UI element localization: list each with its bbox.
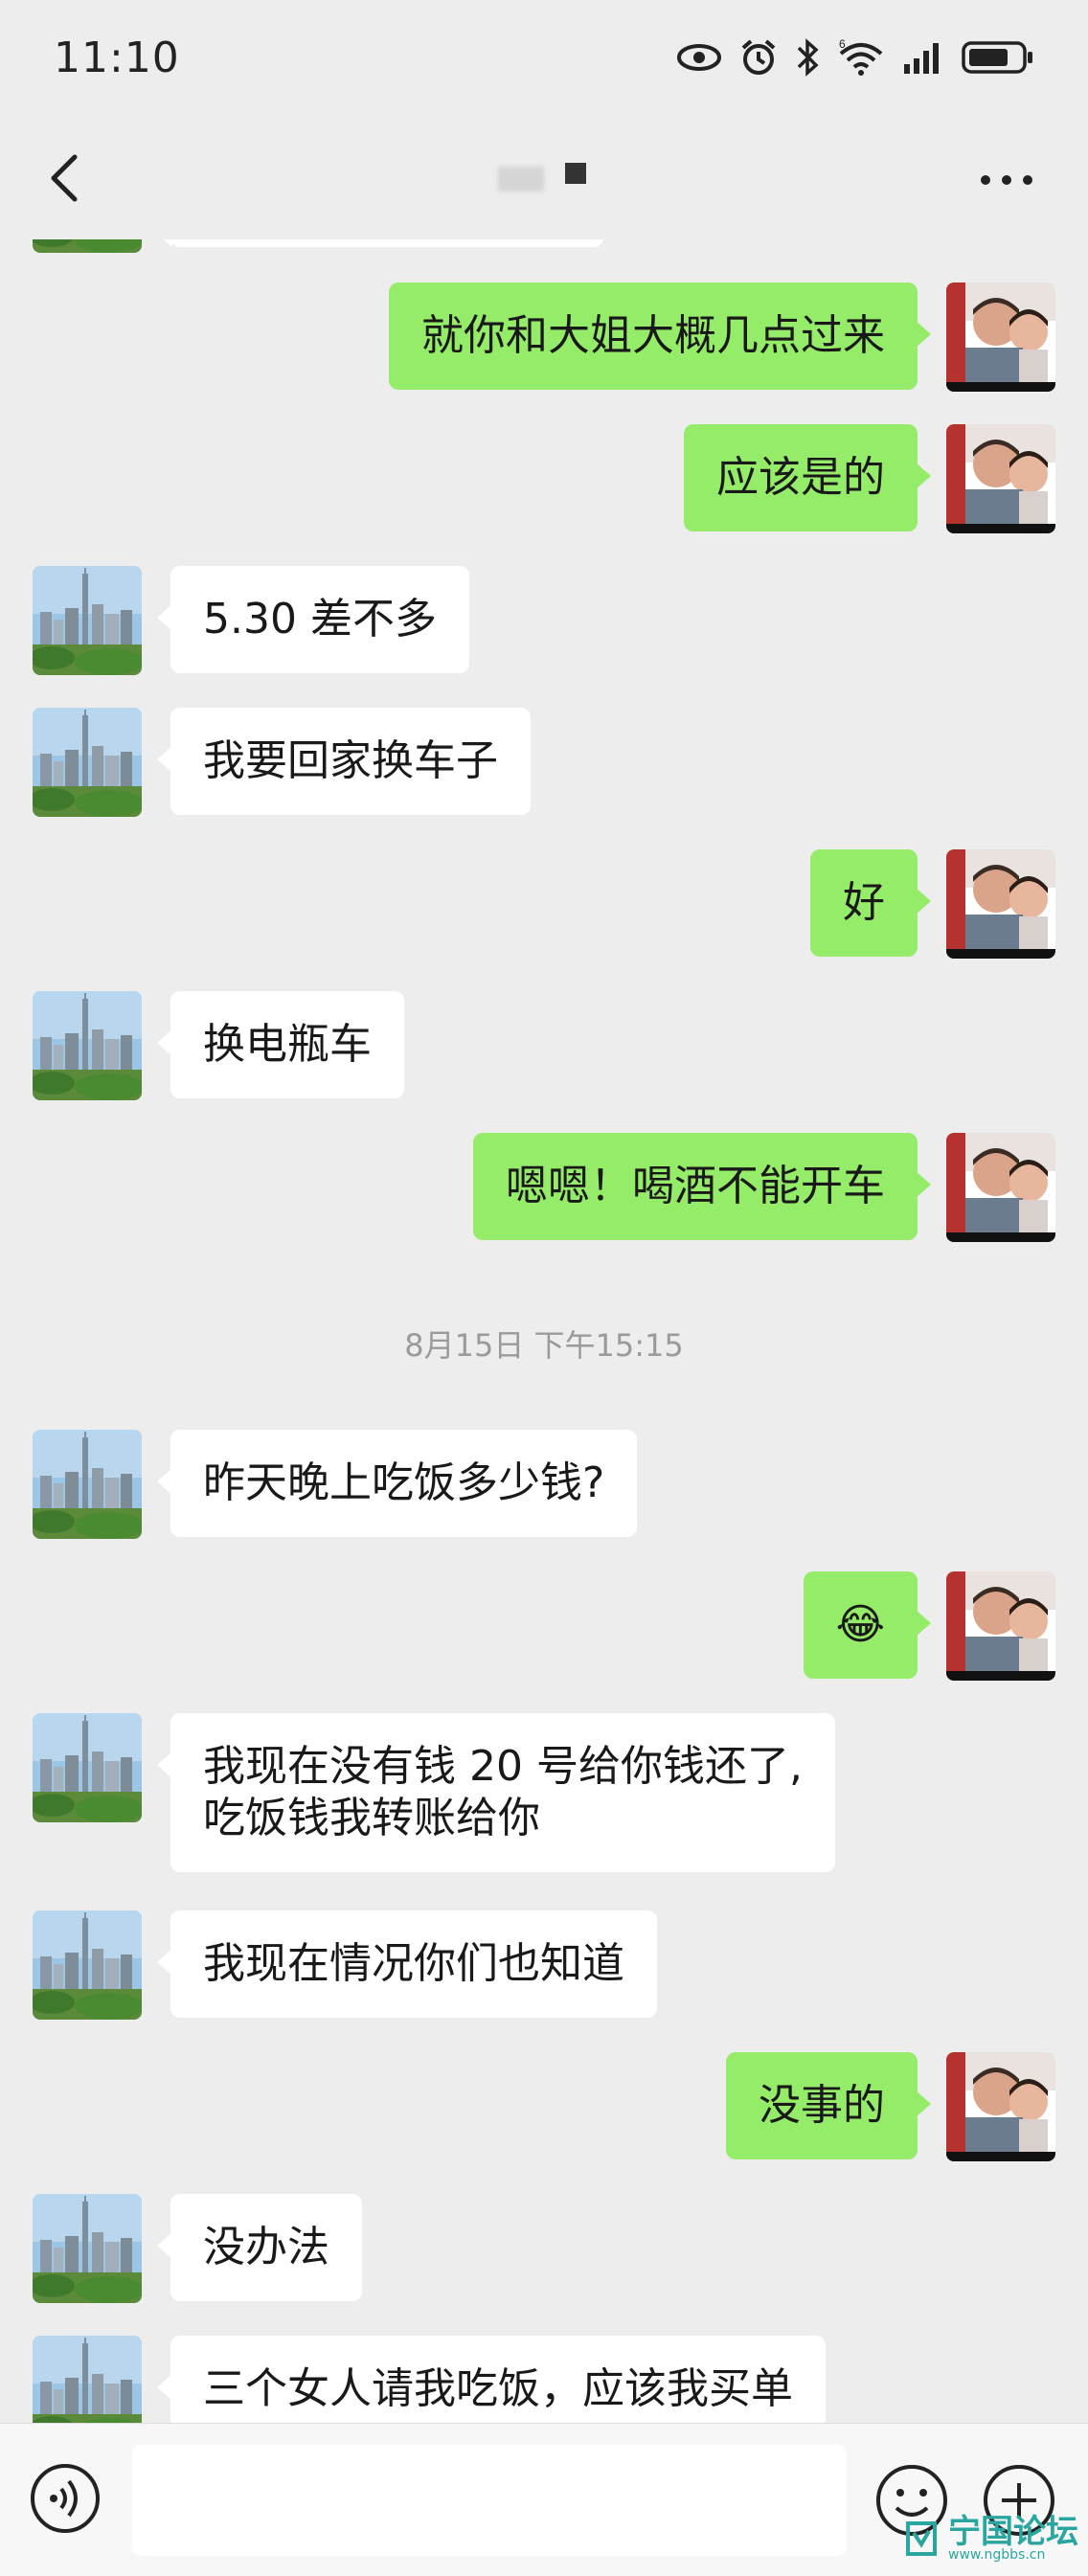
message-bubble-incoming[interactable]: 换电瓶车 [157, 991, 404, 1098]
chat-header [0, 115, 1088, 239]
watermark-sub: www.ngbbs.cn [948, 2547, 1046, 2563]
self-avatar[interactable] [946, 2052, 1055, 2161]
message-list[interactable]: 就你和大姐大概几点过来 应该是的 5.30 差不多 我要回家换车子 好 换电瓶车… [0, 239, 1088, 2423]
contact-avatar[interactable] [33, 1910, 142, 2020]
message-input[interactable] [132, 2445, 847, 2556]
self-avatar[interactable] [946, 424, 1055, 533]
self-avatar[interactable] [946, 1571, 1055, 1681]
contact-avatar[interactable] [33, 2194, 142, 2303]
self-avatar[interactable] [946, 282, 1055, 392]
self-avatar[interactable] [946, 849, 1055, 959]
chat-title [498, 159, 590, 197]
more-options-icon[interactable] [981, 161, 1048, 199]
message-bubble-outgoing[interactable]: 就你和大姐大概几点过来 [389, 282, 931, 390]
contact-avatar[interactable] [33, 708, 142, 817]
message-bubble-outgoing[interactable]: 嗯嗯！喝酒不能开车 [473, 1133, 931, 1240]
blurred-title-part [498, 167, 544, 192]
alarm-icon [741, 39, 776, 75]
status-bar: 11:10 6 [0, 0, 1088, 115]
voice-input-icon[interactable] [29, 2462, 102, 2535]
message-bubble-incoming[interactable]: 我要回家换车子 [157, 708, 531, 815]
contact-avatar[interactable] [33, 1430, 142, 1539]
self-avatar[interactable] [946, 1133, 1055, 1242]
forum-watermark: 宁国论坛 www.ngbbs.cn [900, 2501, 1088, 2576]
message-bubble-incoming[interactable]: 三个女人请我吃饭，应该我买单 [157, 2336, 826, 2423]
contact-avatar[interactable] [33, 239, 142, 253]
message-bubble-outgoing[interactable]: 😂 [803, 1571, 932, 1679]
watermark-main: 宁国论坛 [948, 2513, 1078, 2551]
message-bubble-incoming[interactable]: 昨天晚上吃饭多少钱? [156, 1430, 638, 1537]
message-timestamp: 8月15日 下午15:15 [404, 1327, 684, 1364]
contact-avatar[interactable] [33, 991, 142, 1100]
bluetooth-icon [797, 38, 819, 77]
wifi-icon: 6 [839, 38, 883, 76]
status-time: 11:10 [54, 33, 180, 82]
status-icons: 6 [676, 38, 1034, 77]
svg-text:6: 6 [839, 38, 846, 51]
contact-avatar[interactable] [33, 566, 142, 675]
eye-icon [677, 44, 721, 71]
contact-avatar[interactable] [33, 1713, 142, 1822]
message-bubble-outgoing[interactable]: 好 [810, 849, 931, 957]
message-bubble-partial [157, 239, 603, 247]
message-bubble-incoming[interactable]: 没办法 [157, 2194, 362, 2301]
back-arrow-icon[interactable] [38, 149, 96, 207]
message-bubble-outgoing[interactable]: 没事的 [726, 2052, 931, 2159]
battery-icon [962, 41, 1032, 74]
blurred-title-part [565, 163, 586, 184]
message-bubble-incoming[interactable]: 5.30 差不多 [157, 566, 469, 673]
watermark-logo-icon [906, 2521, 937, 2556]
message-bubble-incoming[interactable]: 我现在没有钱 20 号给你钱还了, 吃饭钱我转账给你 [157, 1713, 835, 1872]
signal-icon [904, 43, 939, 74]
watermark-text: 宁国论坛 www.ngbbs.cn [948, 2516, 1078, 2562]
message-bubble-incoming[interactable]: 我现在情况你们也知道 [157, 1910, 657, 2018]
message-bubble-outgoing[interactable]: 应该是的 [684, 424, 931, 531]
contact-avatar[interactable] [33, 2336, 142, 2423]
